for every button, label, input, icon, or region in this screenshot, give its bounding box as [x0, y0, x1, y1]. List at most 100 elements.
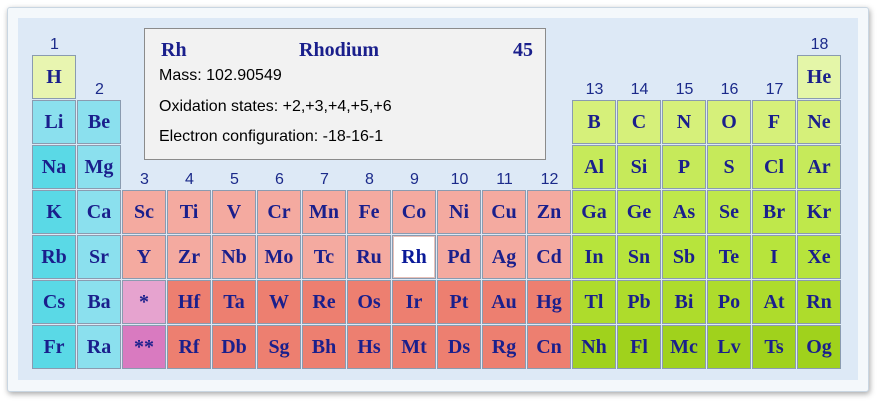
element-cell-ds[interactable]: Ds — [437, 325, 481, 369]
element-cell-hg[interactable]: Hg — [527, 280, 571, 324]
element-cell-at[interactable]: At — [752, 280, 796, 324]
element-cell-rf[interactable]: Rf — [167, 325, 211, 369]
element-cell-zn[interactable]: Zn — [527, 190, 571, 234]
info-name: Rhodium — [299, 39, 380, 61]
element-cell-in[interactable]: In — [572, 235, 616, 279]
element-cell-w[interactable]: W — [257, 280, 301, 324]
element-cell-mo[interactable]: Mo — [257, 235, 301, 279]
info-mass: Mass: 102.90549 — [159, 67, 282, 84]
element-cell-b[interactable]: B — [572, 100, 616, 144]
element-cell-nb[interactable]: Nb — [212, 235, 256, 279]
element-cell-sn[interactable]: Sn — [617, 235, 661, 279]
element-cell-k[interactable]: K — [32, 190, 76, 234]
element-cell-ra[interactable]: Ra — [77, 325, 121, 369]
element-cell-o[interactable]: O — [707, 100, 751, 144]
element-cell-cl[interactable]: Cl — [752, 145, 796, 189]
element-cell-rb[interactable]: Rb — [32, 235, 76, 279]
element-cell-os[interactable]: Os — [347, 280, 391, 324]
element-cell-i[interactable]: I — [752, 235, 796, 279]
element-cell-lanthanides[interactable]: * — [122, 280, 166, 324]
element-cell-ta[interactable]: Ta — [212, 280, 256, 324]
element-cell-h[interactable]: H — [32, 55, 76, 99]
element-cell-re[interactable]: Re — [302, 280, 346, 324]
element-cell-ge[interactable]: Ge — [617, 190, 661, 234]
element-cell-cn[interactable]: Cn — [527, 325, 571, 369]
element-cell-hs[interactable]: Hs — [347, 325, 391, 369]
group-label-6: 6 — [275, 171, 284, 188]
element-cell-rg[interactable]: Rg — [482, 325, 526, 369]
element-cell-ni[interactable]: Ni — [437, 190, 481, 234]
element-cell-bi[interactable]: Bi — [662, 280, 706, 324]
element-cell-ag[interactable]: Ag — [482, 235, 526, 279]
element-cell-sg[interactable]: Sg — [257, 325, 301, 369]
element-cell-ti[interactable]: Ti — [167, 190, 211, 234]
element-cell-v[interactable]: V — [212, 190, 256, 234]
element-cell-ar[interactable]: Ar — [797, 145, 841, 189]
element-cell-au[interactable]: Au — [482, 280, 526, 324]
element-cell-bh[interactable]: Bh — [302, 325, 346, 369]
info-symbol: Rh — [161, 39, 187, 61]
element-cell-ga[interactable]: Ga — [572, 190, 616, 234]
element-cell-sr[interactable]: Sr — [77, 235, 121, 279]
info-oxidation-states: Oxidation states: +2,+3,+4,+5,+6 — [159, 98, 392, 115]
group-label-11: 11 — [496, 171, 513, 188]
element-cell-ca[interactable]: Ca — [77, 190, 121, 234]
element-cell-ts[interactable]: Ts — [752, 325, 796, 369]
element-cell-f[interactable]: F — [752, 100, 796, 144]
element-cell-tl[interactable]: Tl — [572, 280, 616, 324]
element-cell-na[interactable]: Na — [32, 145, 76, 189]
element-cell-og[interactable]: Og — [797, 325, 841, 369]
element-cell-kr[interactable]: Kr — [797, 190, 841, 234]
element-cell-pb[interactable]: Pb — [617, 280, 661, 324]
element-cell-lv[interactable]: Lv — [707, 325, 751, 369]
element-cell-as[interactable]: As — [662, 190, 706, 234]
element-cell-fe[interactable]: Fe — [347, 190, 391, 234]
element-cell-nh[interactable]: Nh — [572, 325, 616, 369]
element-cell-n[interactable]: N — [662, 100, 706, 144]
element-cell-si[interactable]: Si — [617, 145, 661, 189]
element-cell-rn[interactable]: Rn — [797, 280, 841, 324]
element-cell-ne[interactable]: Ne — [797, 100, 841, 144]
element-cell-xe[interactable]: Xe — [797, 235, 841, 279]
element-cell-mc[interactable]: Mc — [662, 325, 706, 369]
element-cell-li[interactable]: Li — [32, 100, 76, 144]
element-cell-mg[interactable]: Mg — [77, 145, 121, 189]
element-cell-tc[interactable]: Tc — [302, 235, 346, 279]
element-cell-ba[interactable]: Ba — [77, 280, 121, 324]
element-cell-be[interactable]: Be — [77, 100, 121, 144]
element-cell-br[interactable]: Br — [752, 190, 796, 234]
element-cell-pt[interactable]: Pt — [437, 280, 481, 324]
element-cell-cr[interactable]: Cr — [257, 190, 301, 234]
element-cell-mn[interactable]: Mn — [302, 190, 346, 234]
element-cell-te[interactable]: Te — [707, 235, 751, 279]
element-cell-sb[interactable]: Sb — [662, 235, 706, 279]
element-info-box: Rh Rhodium 45 Mass: 102.90549 Oxidation … — [144, 28, 546, 160]
element-cell-actinides[interactable]: ** — [122, 325, 166, 369]
element-cell-hf[interactable]: Hf — [167, 280, 211, 324]
element-cell-co[interactable]: Co — [392, 190, 436, 234]
element-cell-mt[interactable]: Mt — [392, 325, 436, 369]
element-cell-cd[interactable]: Cd — [527, 235, 571, 279]
element-cell-fr[interactable]: Fr — [32, 325, 76, 369]
element-cell-po[interactable]: Po — [707, 280, 751, 324]
element-cell-fl[interactable]: Fl — [617, 325, 661, 369]
element-cell-cu[interactable]: Cu — [482, 190, 526, 234]
element-cell-pd[interactable]: Pd — [437, 235, 481, 279]
element-cell-rh[interactable]: Rh — [392, 235, 436, 279]
element-cell-he[interactable]: He — [797, 55, 841, 99]
element-cell-se[interactable]: Se — [707, 190, 751, 234]
element-cell-c[interactable]: C — [617, 100, 661, 144]
group-label-14: 14 — [630, 81, 649, 98]
element-cell-cs[interactable]: Cs — [32, 280, 76, 324]
element-cell-y[interactable]: Y — [122, 235, 166, 279]
element-cell-db[interactable]: Db — [212, 325, 256, 369]
element-cell-sc[interactable]: Sc — [122, 190, 166, 234]
element-cell-ru[interactable]: Ru — [347, 235, 391, 279]
element-cell-ir[interactable]: Ir — [392, 280, 436, 324]
element-cell-p[interactable]: P — [662, 145, 706, 189]
element-cell-al[interactable]: Al — [572, 145, 616, 189]
info-electron-configuration: Electron configuration: -18-16-1 — [159, 128, 384, 145]
element-cell-s[interactable]: S — [707, 145, 751, 189]
element-cell-zr[interactable]: Zr — [167, 235, 211, 279]
group-label-9: 9 — [410, 171, 419, 188]
